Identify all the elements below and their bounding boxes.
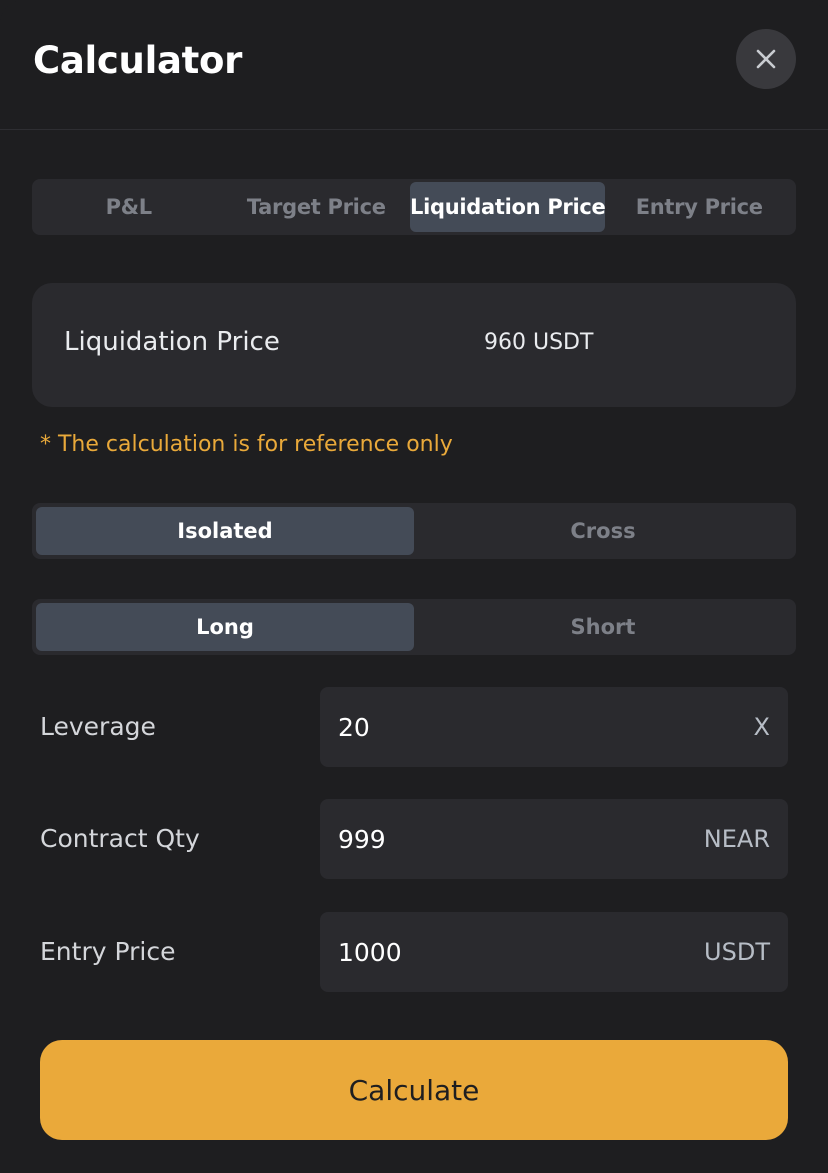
position-side-toggle: Long Short <box>32 599 796 655</box>
entry-price-field: USDT <box>320 912 788 992</box>
result-label: Liquidation Price <box>64 327 280 357</box>
close-icon <box>756 49 776 69</box>
leverage-label: Leverage <box>40 712 156 741</box>
tab-liquidation-price[interactable]: Liquidation Price <box>410 182 606 232</box>
margin-mode-isolated[interactable]: Isolated <box>36 507 414 555</box>
contract-qty-label: Contract Qty <box>40 824 200 853</box>
margin-mode-cross[interactable]: Cross <box>414 507 792 555</box>
calculate-button[interactable]: Calculate <box>40 1040 788 1140</box>
result-card: Liquidation Price 960 USDT <box>32 283 796 407</box>
tab-entry-price[interactable]: Entry Price <box>605 182 793 232</box>
tab-target-price[interactable]: Target Price <box>223 182 411 232</box>
reference-note: * The calculation is for reference only <box>40 432 453 457</box>
leverage-unit: X <box>753 713 770 741</box>
calculator-tabs: P&L Target Price Liquidation Price Entry… <box>32 179 796 235</box>
calculator-sheet: Calculator P&L Target Price Liquidation … <box>0 0 828 1173</box>
entry-price-unit: USDT <box>704 938 770 966</box>
result-value: 960 USDT <box>484 330 594 355</box>
close-button[interactable] <box>736 29 796 89</box>
page-title: Calculator <box>33 39 243 82</box>
margin-mode-toggle: Isolated Cross <box>32 503 796 559</box>
header-divider <box>0 129 828 130</box>
leverage-input[interactable] <box>338 712 744 742</box>
tab-pnl[interactable]: P&L <box>35 182 223 232</box>
contract-qty-input[interactable] <box>338 824 694 854</box>
side-short[interactable]: Short <box>414 603 792 651</box>
leverage-field: X <box>320 687 788 767</box>
entry-price-label: Entry Price <box>40 937 176 966</box>
entry-price-input[interactable] <box>338 937 695 967</box>
contract-qty-unit: NEAR <box>703 825 770 853</box>
contract-qty-field: NEAR <box>320 799 788 879</box>
side-long[interactable]: Long <box>36 603 414 651</box>
